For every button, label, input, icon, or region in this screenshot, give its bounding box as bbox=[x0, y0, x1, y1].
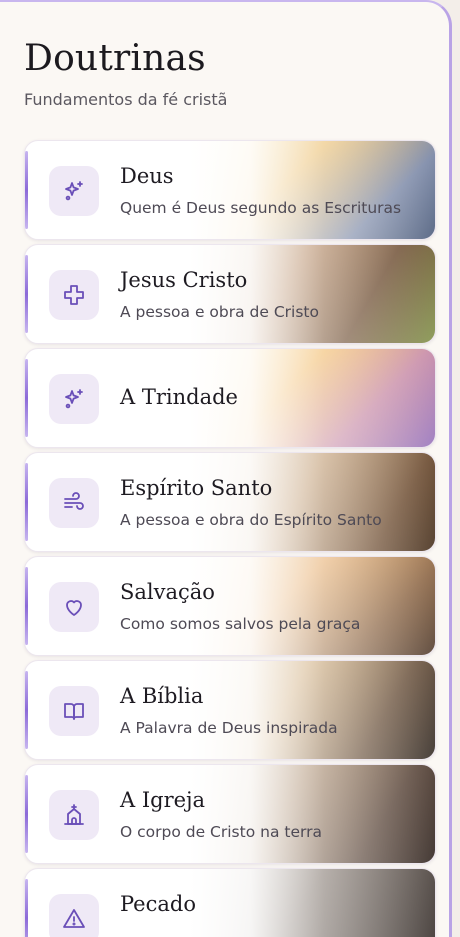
card-icon-box bbox=[49, 374, 99, 424]
card-description: A pessoa e obra de Cristo bbox=[120, 303, 319, 321]
card-title: Pecado bbox=[120, 892, 196, 916]
card-image-dove bbox=[189, 453, 435, 551]
card-description: Quem é Deus segundo as Escrituras bbox=[120, 199, 402, 217]
heart-icon bbox=[66, 600, 82, 616]
card-image-jesus bbox=[189, 245, 435, 343]
card-icon-box bbox=[49, 894, 99, 937]
card-description: A Palavra de Deus inspirada bbox=[120, 719, 338, 737]
doctrines-page: Doutrinas Fundamentos da fé cristã Deus … bbox=[0, 0, 452, 937]
card-accent-bar bbox=[25, 463, 28, 541]
card-icon-box bbox=[49, 270, 99, 320]
doctrine-card-salvacao[interactable]: Salvação Como somos salvos pela graça bbox=[24, 556, 436, 656]
card-icon-box bbox=[49, 478, 99, 528]
card-icon-box bbox=[49, 166, 99, 216]
card-accent-bar bbox=[25, 567, 28, 645]
card-title: Salvação bbox=[120, 580, 215, 604]
card-icon-box bbox=[49, 790, 99, 840]
card-image-dark bbox=[189, 869, 435, 937]
cross-icon bbox=[64, 285, 84, 305]
card-accent-bar bbox=[25, 151, 28, 229]
card-accent-bar bbox=[25, 255, 28, 333]
card-title: A Igreja bbox=[120, 788, 206, 812]
card-title: Espírito Santo bbox=[120, 476, 273, 500]
card-description: Como somos salvos pela graça bbox=[120, 615, 361, 633]
wind-icon bbox=[64, 492, 84, 510]
doctrine-card-biblia[interactable]: A Bíblia A Palavra de Deus inspirada bbox=[24, 660, 436, 760]
card-image-sky bbox=[189, 141, 435, 239]
card-accent-bar bbox=[25, 879, 28, 937]
warning-icon bbox=[63, 909, 85, 928]
card-title: Deus bbox=[120, 164, 174, 188]
doctrine-list: Deus Quem é Deus segundo as Escrituras J… bbox=[24, 140, 436, 937]
page-title: Doutrinas bbox=[24, 38, 206, 79]
page-subtitle: Fundamentos da fé cristã bbox=[24, 90, 228, 109]
card-description: A pessoa e obra do Espírito Santo bbox=[120, 511, 382, 529]
doctrine-card-igreja[interactable]: A Igreja O corpo de Cristo na terra bbox=[24, 764, 436, 864]
doctrine-card-espirito-santo[interactable]: Espírito Santo A pessoa e obra do Espíri… bbox=[24, 452, 436, 552]
doctrine-card-trindade[interactable]: A Trindade bbox=[24, 348, 436, 448]
card-accent-bar bbox=[25, 359, 28, 437]
doctrine-card-pecado[interactable]: Pecado bbox=[24, 868, 436, 937]
card-accent-bar bbox=[25, 671, 28, 749]
card-title: A Trindade bbox=[120, 385, 238, 409]
book-open-icon bbox=[64, 703, 84, 720]
church-icon bbox=[64, 804, 84, 825]
card-image-cross-sunset bbox=[189, 557, 435, 655]
sparkles-icon bbox=[65, 181, 83, 201]
card-icon-box bbox=[49, 686, 99, 736]
card-accent-bar bbox=[25, 775, 28, 853]
card-title: A Bíblia bbox=[120, 684, 204, 708]
card-description: O corpo de Cristo na terra bbox=[120, 823, 322, 841]
card-title: Jesus Cristo bbox=[120, 268, 248, 292]
card-image-open-book bbox=[189, 661, 435, 759]
doctrine-card-jesus-cristo[interactable]: Jesus Cristo A pessoa e obra de Cristo bbox=[24, 244, 436, 344]
sparkles-icon bbox=[65, 389, 83, 409]
doctrine-card-deus[interactable]: Deus Quem é Deus segundo as Escrituras bbox=[24, 140, 436, 240]
card-icon-box bbox=[49, 582, 99, 632]
card-image-church-interior bbox=[189, 765, 435, 863]
